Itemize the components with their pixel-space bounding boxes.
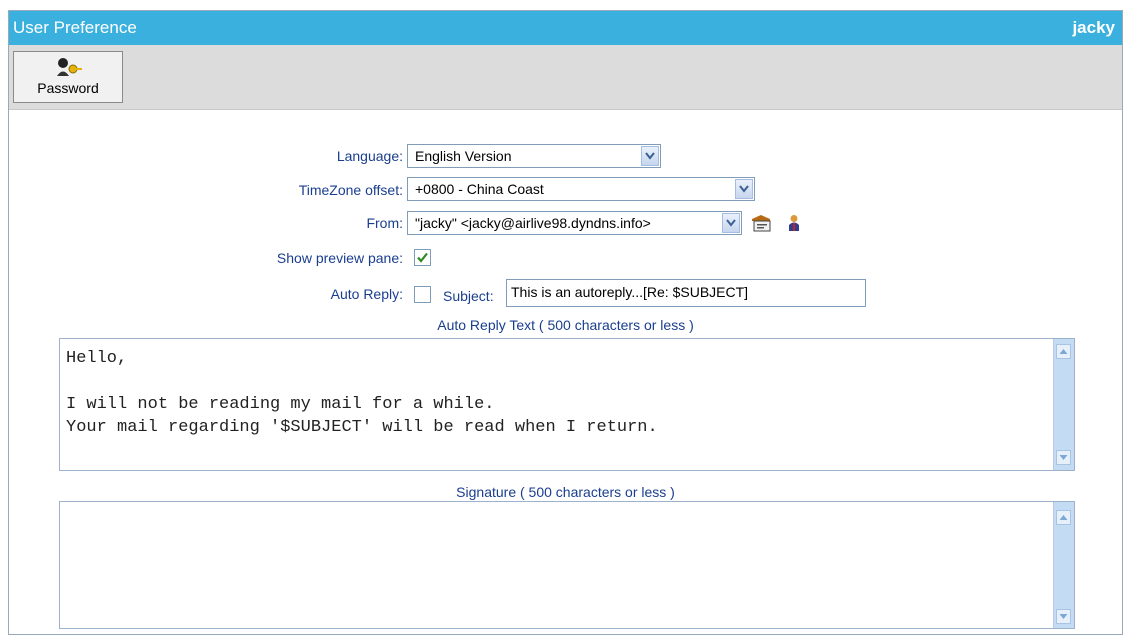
- toolbar: Password: [9, 45, 1122, 110]
- chevron-down-icon: [641, 146, 659, 166]
- password-label: Password: [37, 80, 99, 96]
- language-value: English Version: [415, 148, 512, 164]
- password-button[interactable]: Password: [13, 51, 123, 103]
- autoreply-scrollbar[interactable]: [1053, 339, 1074, 470]
- subject-value: This is an autoreply...[Re: $SUBJECT]: [511, 284, 749, 300]
- scroll-up-button[interactable]: [1056, 344, 1071, 359]
- title-bar: User Preference jacky: [9, 11, 1122, 45]
- preference-window: User Preference jacky Password Language:…: [8, 10, 1123, 635]
- language-select[interactable]: English Version: [407, 144, 661, 168]
- language-label: Language:: [336, 148, 403, 164]
- from-select[interactable]: "jacky" <jacky@airlive98.dyndns.info>: [407, 211, 742, 235]
- key-person-icon: [54, 56, 82, 81]
- preview-label: Show preview pane:: [276, 250, 403, 266]
- chevron-down-icon: [722, 213, 740, 233]
- person-icon[interactable]: [787, 214, 801, 235]
- scroll-down-button[interactable]: [1056, 450, 1071, 465]
- autoreply-checkbox[interactable]: [414, 286, 431, 303]
- from-label: From:: [366, 215, 403, 231]
- from-value: "jacky" <jacky@airlive98.dyndns.info>: [415, 215, 651, 231]
- scroll-up-button[interactable]: [1056, 510, 1071, 525]
- chevron-down-icon: [735, 179, 753, 199]
- timezone-select[interactable]: +0800 - China Coast: [407, 177, 755, 201]
- autoreply-textarea[interactable]: Hello, I will not be reading my mail for…: [59, 338, 1075, 471]
- signature-caption: Signature ( 500 characters or less ): [456, 484, 675, 500]
- scroll-down-button[interactable]: [1056, 609, 1071, 624]
- preview-checkbox[interactable]: [414, 249, 431, 266]
- subject-label: Subject:: [443, 288, 494, 304]
- username: jacky: [1072, 18, 1115, 37]
- subject-input[interactable]: This is an autoreply...[Re: $SUBJECT]: [506, 279, 866, 307]
- signature-scrollbar[interactable]: [1053, 502, 1074, 628]
- address-card-icon[interactable]: [749, 213, 773, 236]
- timezone-label: TimeZone offset:: [298, 182, 403, 198]
- autoreply-text-caption: Auto Reply Text ( 500 characters or less…: [437, 317, 694, 333]
- autoreply-text: Hello, I will not be reading my mail for…: [66, 349, 658, 437]
- autoreply-label: Auto Reply:: [330, 286, 403, 302]
- window-title: User Preference: [13, 18, 137, 37]
- timezone-value: +0800 - China Coast: [415, 181, 544, 197]
- signature-textarea[interactable]: [59, 501, 1075, 629]
